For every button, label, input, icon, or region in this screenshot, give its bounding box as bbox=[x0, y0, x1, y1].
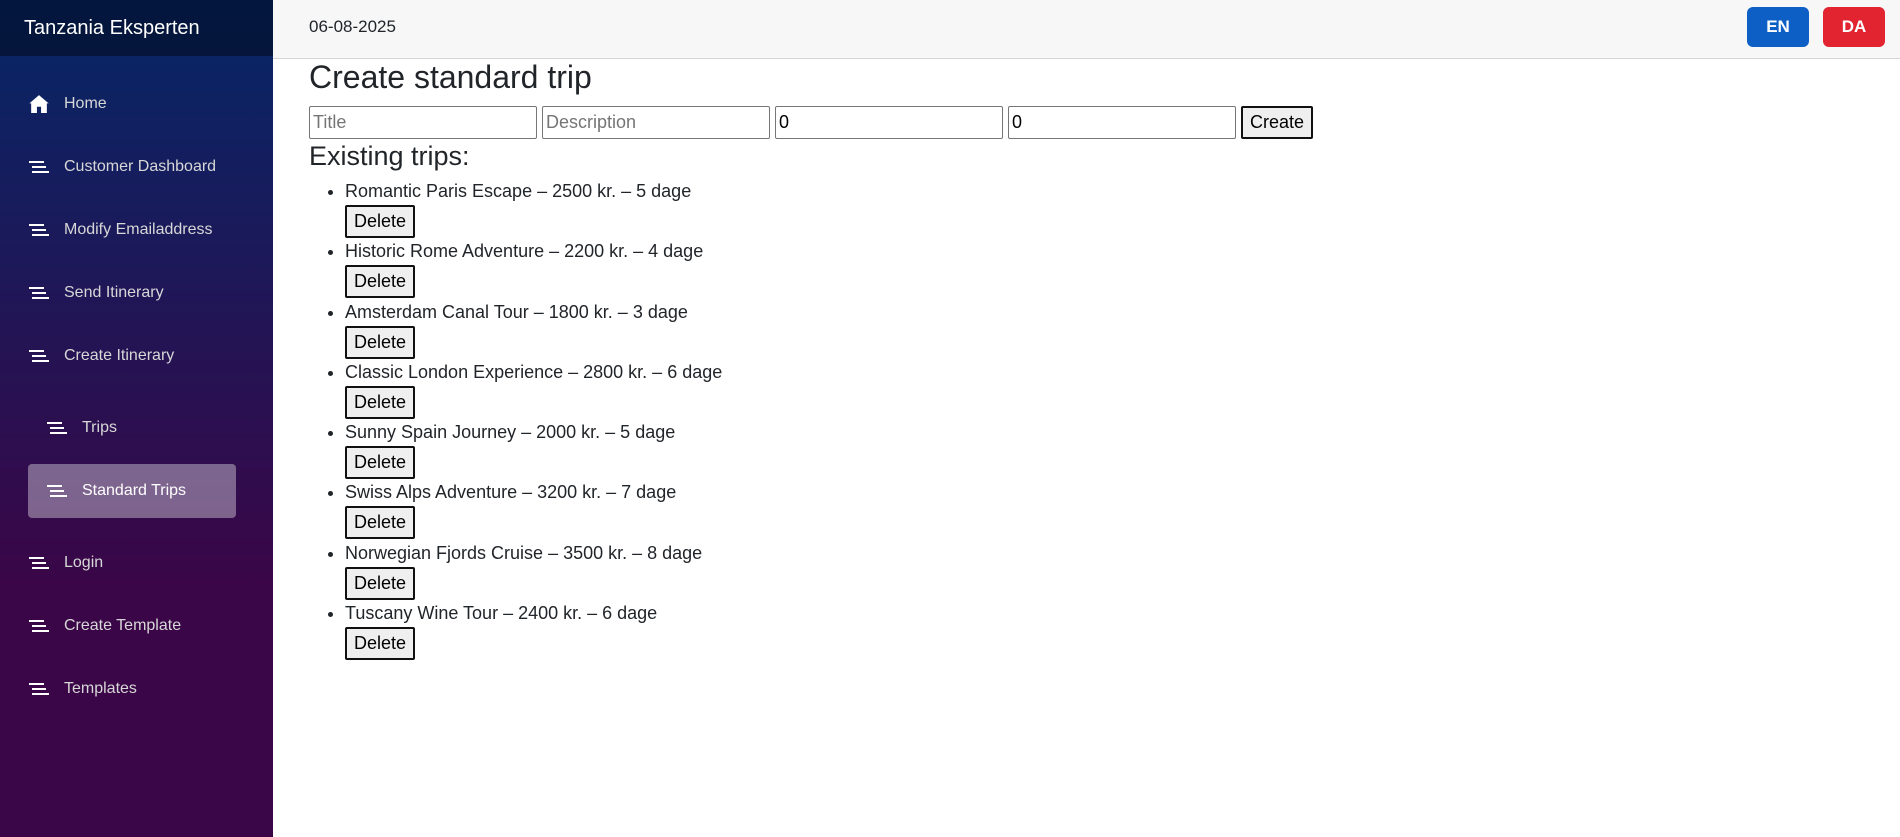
sidebar-item-label: Modify Emailaddress bbox=[64, 221, 213, 238]
create-button[interactable]: Create bbox=[1241, 106, 1314, 139]
days-input[interactable] bbox=[1008, 106, 1236, 139]
sidebar-item-modify-emailaddress[interactable]: Modify Emailaddress bbox=[28, 203, 238, 257]
sidebar-item-standard-trips[interactable]: Standard Trips bbox=[28, 464, 236, 518]
sidebar-item-label: Home bbox=[64, 95, 107, 112]
list-item: Sunny Spain Journey – 2000 kr. – 5 dage … bbox=[345, 420, 722, 480]
delete-button[interactable]: Delete bbox=[345, 446, 416, 480]
trip-label: Classic London Experience – 2800 kr. – 6… bbox=[345, 361, 723, 382]
sidebar-item-create-template[interactable]: Create Template bbox=[28, 599, 238, 653]
sidebar-item-send-itinerary[interactable]: Send Itinerary bbox=[28, 266, 238, 320]
sidebar-item-customer-dashboard[interactable]: Customer Dashboard bbox=[28, 140, 238, 194]
trip-label: Historic Rome Adventure – 2200 kr. – 4 d… bbox=[345, 241, 704, 262]
trip-label: Tuscany Wine Tour – 2400 kr. – 6 dage bbox=[345, 603, 658, 624]
trip-label: Sunny Spain Journey – 2000 kr. – 5 dage bbox=[345, 422, 676, 443]
sidebar-item-label: Create Template bbox=[64, 617, 182, 634]
sidebar-item-label: Standard Trips bbox=[82, 482, 187, 499]
page-title: Create standard trip bbox=[309, 59, 592, 95]
sidebar-item-home[interactable]: Home bbox=[28, 77, 238, 131]
delete-button[interactable]: Delete bbox=[345, 385, 416, 419]
trip-label: Swiss Alps Adventure – 3200 kr. – 7 dage bbox=[345, 482, 677, 503]
sidebar-item-label: Templates bbox=[64, 680, 137, 697]
sidebar-item-label: Customer Dashboard bbox=[64, 158, 217, 175]
list-icon bbox=[28, 156, 50, 178]
sidebar-item-label: Send Itinerary bbox=[64, 284, 164, 301]
list-item: Tuscany Wine Tour – 2400 kr. – 6 dage De… bbox=[345, 601, 722, 661]
list-icon bbox=[28, 615, 50, 637]
delete-button[interactable]: Delete bbox=[345, 566, 416, 600]
top-bar: 06-08-2025 EN DA bbox=[273, 0, 1900, 59]
list-item: Amsterdam Canal Tour – 1800 kr. – 3 dage… bbox=[345, 300, 722, 360]
list-icon bbox=[28, 552, 50, 574]
sidebar-item-login[interactable]: Login bbox=[28, 536, 238, 590]
language-da-button[interactable]: DA bbox=[1823, 7, 1885, 47]
list-icon bbox=[28, 678, 50, 700]
list-item: Romantic Paris Escape – 2500 kr. – 5 dag… bbox=[345, 179, 722, 239]
sidebar-item-label: Login bbox=[64, 554, 104, 571]
price-input[interactable] bbox=[775, 106, 1003, 139]
trip-label: Norwegian Fjords Cruise – 3500 kr. – 8 d… bbox=[345, 542, 703, 563]
delete-button[interactable]: Delete bbox=[345, 325, 416, 359]
trip-label: Romantic Paris Escape – 2500 kr. – 5 dag… bbox=[345, 181, 692, 201]
delete-button[interactable]: Delete bbox=[345, 506, 416, 540]
list-item: Norwegian Fjords Cruise – 3500 kr. – 8 d… bbox=[345, 541, 722, 601]
list-item: Classic London Experience – 2800 kr. – 6… bbox=[345, 360, 722, 420]
sidebar: Tanzania Eksperten Home Customer Dashboa… bbox=[0, 0, 273, 837]
existing-trips-heading: Existing trips: bbox=[309, 141, 470, 171]
title-input[interactable] bbox=[309, 106, 537, 139]
brand-title[interactable]: Tanzania Eksperten bbox=[0, 0, 273, 56]
list-icon bbox=[46, 480, 68, 502]
sidebar-item-label: Create Itinerary bbox=[64, 347, 175, 364]
description-input[interactable] bbox=[542, 106, 770, 139]
list-icon bbox=[28, 282, 50, 304]
sidebar-item-create-itinerary[interactable]: Create Itinerary bbox=[28, 329, 238, 383]
delete-button[interactable]: Delete bbox=[345, 627, 416, 661]
create-trip-form: Create bbox=[309, 106, 1314, 139]
sidebar-item-label: Trips bbox=[82, 419, 117, 436]
sidebar-item-trips[interactable]: Trips bbox=[28, 401, 236, 455]
delete-button[interactable]: Delete bbox=[345, 265, 416, 299]
trip-label: Amsterdam Canal Tour – 1800 kr. – 3 dage bbox=[345, 301, 688, 322]
list-icon bbox=[28, 219, 50, 241]
language-en-button[interactable]: EN bbox=[1747, 7, 1809, 47]
list-item: Historic Rome Adventure – 2200 kr. – 4 d… bbox=[345, 239, 722, 299]
list-icon bbox=[28, 345, 50, 367]
delete-button[interactable]: Delete bbox=[345, 205, 416, 238]
current-date: 06-08-2025 bbox=[309, 17, 396, 36]
list-icon bbox=[46, 417, 68, 439]
list-item: Swiss Alps Adventure – 3200 kr. – 7 dage… bbox=[345, 480, 722, 540]
home-icon bbox=[28, 93, 50, 115]
trip-list: Romantic Paris Escape – 2500 kr. – 5 dag… bbox=[309, 179, 722, 661]
sidebar-item-templates[interactable]: Templates bbox=[28, 662, 238, 716]
